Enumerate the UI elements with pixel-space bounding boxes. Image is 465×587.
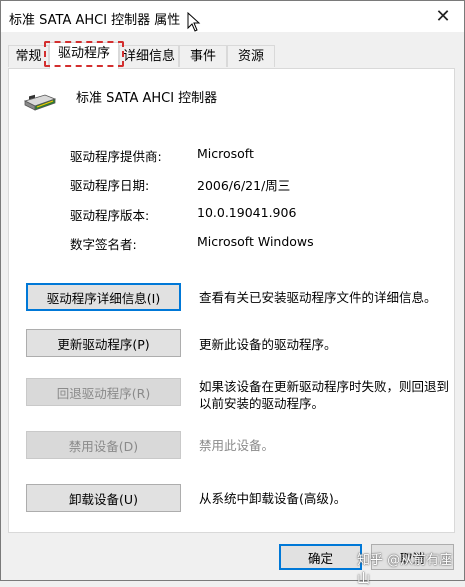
date-value: 2006/6/21/周三 bbox=[197, 178, 291, 193]
close-icon[interactable]: ✕ bbox=[426, 1, 460, 32]
update-driver-button[interactable]: 更新驱动程序(P) bbox=[26, 329, 181, 357]
ok-button[interactable]: 确定 bbox=[279, 544, 362, 570]
mouse-cursor-icon bbox=[187, 11, 201, 35]
update-driver-desc: 更新此设备的驱动程序。 bbox=[199, 337, 337, 352]
rollback-driver-desc: 如果该设备在更新驱动程序时失败，则回退到以前安装的驱动程序。 bbox=[199, 379, 450, 411]
driver-details-desc: 查看有关已安装驱动程序文件的详细信息。 bbox=[199, 290, 437, 305]
driver-details-button[interactable]: 驱动程序详细信息(I) bbox=[26, 283, 181, 311]
version-label: 驱动程序版本: bbox=[70, 208, 150, 223]
rollback-driver-button: 回退驱动程序(R) bbox=[26, 378, 181, 406]
signer-label: 数字签名者: bbox=[70, 237, 137, 252]
uninstall-device-desc: 从系统中卸载设备(高级)。 bbox=[199, 491, 347, 506]
device-name: 标准 SATA AHCI 控制器 bbox=[76, 91, 218, 106]
storage-controller-icon bbox=[23, 93, 57, 116]
dashed-highlight-box bbox=[44, 41, 124, 67]
properties-dialog: 标准 SATA AHCI 控制器 属性 ✕ 常规 驱动程序 详细信息 事件 资源… bbox=[0, 0, 465, 587]
watermark-text: 知乎 @从前有座山 bbox=[357, 553, 453, 587]
tab-driver[interactable]: 驱动程序 bbox=[44, 41, 124, 69]
version-value: 10.0.19041.906 bbox=[197, 205, 297, 220]
provider-value: Microsoft bbox=[197, 146, 254, 161]
tab-general[interactable]: 常规 bbox=[8, 45, 49, 67]
uninstall-device-button[interactable]: 卸载设备(U) bbox=[26, 484, 181, 512]
signer-value: Microsoft Windows bbox=[197, 234, 314, 249]
title-bar[interactable]: 标准 SATA AHCI 控制器 属性 ✕ bbox=[1, 1, 464, 32]
tab-resources[interactable]: 资源 bbox=[227, 45, 275, 67]
date-label: 驱动程序日期: bbox=[70, 178, 150, 193]
disable-device-desc: 禁用此设备。 bbox=[199, 438, 275, 453]
tab-details[interactable]: 详细信息 bbox=[119, 45, 179, 67]
disable-device-button: 禁用设备(D) bbox=[26, 431, 181, 459]
window-title: 标准 SATA AHCI 控制器 属性 bbox=[9, 13, 181, 28]
provider-label: 驱动程序提供商: bbox=[70, 149, 162, 164]
tab-events[interactable]: 事件 bbox=[179, 45, 227, 67]
